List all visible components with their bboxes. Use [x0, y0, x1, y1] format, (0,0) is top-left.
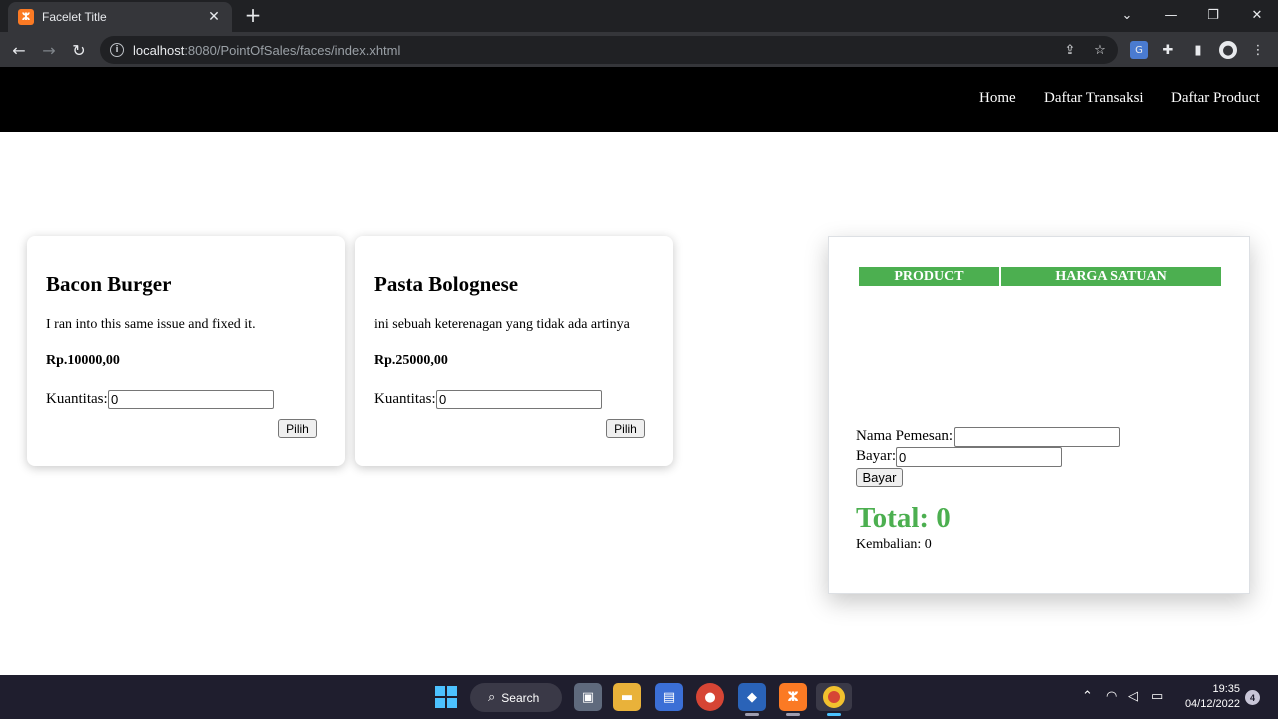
url-host: localhost — [133, 42, 185, 58]
product-description: I ran into this same issue and fixed it. — [46, 317, 256, 332]
minimize-button[interactable]: — — [1150, 0, 1192, 30]
quantity-input[interactable] — [436, 390, 602, 409]
wifi-icon[interactable]: ◠ — [1106, 689, 1117, 704]
close-window-button[interactable]: ✕ — [1236, 0, 1278, 30]
side-panel-icon[interactable]: ▮ — [1189, 41, 1207, 59]
xampp-icon[interactable]: ⵣ — [779, 683, 807, 711]
column-header-product: PRODUCT — [859, 267, 999, 286]
store-icon[interactable]: ▤ — [655, 683, 683, 711]
start-button[interactable] — [432, 683, 460, 711]
netbeans-icon[interactable]: ◆ — [738, 683, 766, 711]
windows-taskbar: ⌕ Search ▣ ▬ ▤ ● ◆ ⵣ ⌃ ◠ ◁ ▭ 19:35 04/12… — [0, 675, 1278, 719]
battery-icon[interactable]: ▭ — [1151, 689, 1163, 704]
new-tab-button[interactable]: + — [242, 4, 264, 26]
address-bar[interactable]: i localhost:8080/PointOfSales/faces/inde… — [100, 36, 1118, 64]
product-card: Pasta Bolognese ini sebuah keterenagan y… — [355, 236, 673, 466]
show-hidden-icons-icon[interactable]: ⌃ — [1082, 689, 1093, 704]
product-price: Rp.10000,00 — [46, 353, 120, 368]
column-header-unit-price: HARGA SATUAN — [1001, 267, 1221, 286]
customer-name-label: Nama Pemesan: — [856, 428, 954, 444]
change-amount: Kembalian: 0 — [856, 537, 932, 552]
restore-button[interactable]: ❐ — [1192, 0, 1234, 30]
share-icon[interactable]: ⇪ — [1062, 42, 1078, 58]
payment-label: Bayar: — [856, 448, 896, 464]
xampp-favicon-icon: ⵣ — [18, 9, 34, 25]
notification-badge[interactable]: 4 — [1245, 690, 1260, 705]
chrome-icon[interactable]: ● — [696, 683, 724, 711]
taskbar-clock[interactable]: 19:35 04/12/2022 — [1180, 682, 1240, 712]
site-info-icon[interactable]: i — [110, 43, 124, 57]
close-tab-icon[interactable]: ✕ — [206, 9, 222, 25]
order-table: PRODUCT HARGA SATUAN — [857, 265, 1223, 288]
clock-date: 04/12/2022 — [1184, 698, 1240, 710]
product-name: Bacon Burger — [46, 272, 172, 296]
tab-title: Facelet Title — [42, 10, 107, 24]
menu-kebab-icon[interactable]: ⋮ — [1249, 41, 1267, 59]
translate-extension-icon[interactable]: G — [1130, 41, 1148, 59]
chrome-active-icon[interactable] — [816, 683, 852, 711]
order-panel: PRODUCT HARGA SATUAN Nama Pemesan: Bayar… — [828, 236, 1250, 594]
browser-tab[interactable]: ⵣ Facelet Title ✕ — [8, 2, 232, 32]
payment-input[interactable] — [896, 447, 1062, 467]
back-button[interactable]: ← — [6, 37, 32, 63]
nav-transactions-link[interactable]: Daftar Transaksi — [1044, 90, 1144, 107]
url-text: localhost:8080/PointOfSales/faces/index.… — [133, 43, 400, 58]
product-price: Rp.25000,00 — [374, 353, 448, 368]
select-product-button[interactable]: Pilih — [278, 419, 317, 438]
running-indicator — [745, 713, 759, 716]
bookmark-star-icon[interactable]: ☆ — [1092, 42, 1108, 58]
extensions-puzzle-icon[interactable]: ✚ — [1159, 41, 1177, 59]
product-name: Pasta Bolognese — [374, 272, 519, 296]
running-indicator — [786, 713, 800, 716]
forward-button[interactable]: → — [36, 37, 62, 63]
active-indicator — [827, 713, 841, 716]
quantity-input[interactable] — [108, 390, 274, 409]
profile-avatar-icon[interactable]: ● — [1219, 41, 1237, 59]
search-icon: ⌕ — [488, 690, 496, 705]
browser-toolbar: ← → ↻ i localhost:8080/PointOfSales/face… — [0, 32, 1278, 67]
quantity-label: Kuantitas: — [374, 391, 436, 407]
taskbar-search-label: Search — [501, 690, 540, 705]
customer-name-input[interactable] — [954, 427, 1120, 447]
site-navbar: Home Daftar Transaksi Daftar Product — [0, 67, 1278, 132]
quantity-label: Kuantitas: — [46, 391, 108, 407]
nav-products-link[interactable]: Daftar Product — [1171, 90, 1260, 107]
taskbar-search[interactable]: ⌕ Search — [470, 683, 562, 712]
tab-search-icon[interactable]: ⌄ — [1106, 0, 1148, 30]
order-total: Total: 0 — [856, 502, 951, 534]
file-explorer-icon[interactable]: ▬ — [613, 683, 641, 711]
browser-tabstrip: ⵣ Facelet Title ✕ + ⌄ — ❐ ✕ — [0, 0, 1278, 32]
volume-icon[interactable]: ◁ — [1128, 689, 1138, 704]
select-product-button[interactable]: Pilih — [606, 419, 645, 438]
nav-home-link[interactable]: Home — [979, 90, 1016, 107]
product-description: ini sebuah keterenagan yang tidak ada ar… — [374, 317, 630, 332]
clock-time: 19:35 — [1212, 683, 1240, 695]
pay-button[interactable]: Bayar — [856, 468, 903, 487]
reload-button[interactable]: ↻ — [66, 37, 92, 63]
product-card: Bacon Burger I ran into this same issue … — [27, 236, 345, 466]
url-path: :8080/PointOfSales/faces/index.xhtml — [184, 42, 401, 58]
task-view-icon[interactable]: ▣ — [574, 683, 602, 711]
windows-logo-icon — [435, 686, 457, 708]
